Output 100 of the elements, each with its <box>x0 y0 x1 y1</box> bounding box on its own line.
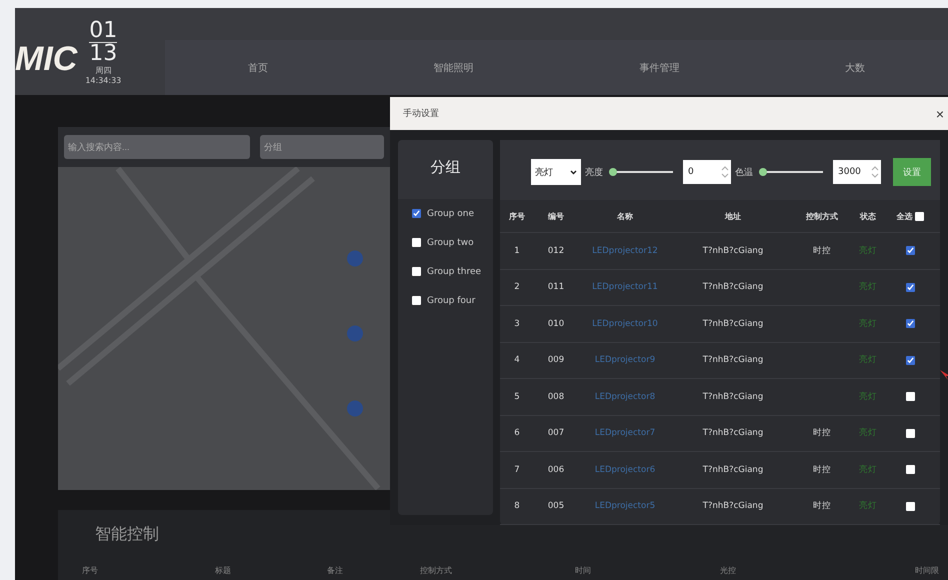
device-code: 008 <box>546 392 566 402</box>
nav-link[interactable]: 首页 <box>248 60 268 74</box>
device-status: 亮灯 <box>858 354 878 366</box>
device-code: 006 <box>546 464 566 475</box>
brightness-input[interactable]: 0 <box>683 160 731 184</box>
device-address: T?nhB?cGiang <box>702 501 764 512</box>
control-mode: 时控 <box>812 500 832 512</box>
control-mode: 时控 <box>812 427 832 440</box>
device-address: T?nhB?cGiang <box>702 464 764 475</box>
device-status: 亮灯 <box>858 427 878 440</box>
device-name-link[interactable]: LEDprojector5 <box>578 501 672 512</box>
group-label: Group two <box>427 238 474 248</box>
column-header: 光控 <box>720 565 737 576</box>
caret-icon <box>570 170 577 174</box>
row-checkbox[interactable] <box>906 246 914 256</box>
select-all-checkbox[interactable] <box>914 212 924 220</box>
column-header: 编号 <box>547 210 565 222</box>
device-address: T?nhB?cGiang <box>702 246 764 256</box>
group-checkbox[interactable] <box>412 209 421 218</box>
device-name-link[interactable]: LEDprojector12 <box>578 246 672 256</box>
column-header: 标题 <box>215 565 232 576</box>
slider-thumb[interactable] <box>609 168 617 176</box>
device-name-link[interactable]: LEDprojector6 <box>578 464 672 475</box>
column-header: 控制方式 <box>420 565 453 576</box>
column-header: 控制方式 <box>804 210 839 222</box>
row-index: 5 <box>513 392 521 402</box>
day-number: 13 <box>89 42 118 65</box>
group-label: Group three <box>427 266 482 276</box>
weekday-label: 周四 <box>95 65 112 76</box>
group-checkbox[interactable] <box>412 238 421 247</box>
group-dropdown[interactable]: 分组 <box>260 135 384 159</box>
device-code: 012 <box>546 246 566 256</box>
device-name-link[interactable]: LEDprojector10 <box>578 318 672 329</box>
column-header: 地址 <box>724 210 742 222</box>
device-address: T?nhB?cGiang <box>702 282 764 292</box>
row-checkbox[interactable] <box>906 319 914 328</box>
clock-time: 14:34:33 <box>85 76 122 85</box>
device-status: 亮灯 <box>858 464 878 476</box>
nav-link[interactable]: 大数 <box>845 60 866 74</box>
device-name-link[interactable]: LEDprojector7 <box>578 428 672 438</box>
row-checkbox[interactable] <box>906 392 914 402</box>
column-header: 状态 <box>858 210 877 222</box>
set-button[interactable]: 设置 <box>893 158 931 186</box>
column-header: 名称 <box>616 210 634 222</box>
device-status: 亮灯 <box>858 318 878 330</box>
dialog-title: 手动设置 <box>403 108 439 120</box>
device-status: 亮灯 <box>858 244 878 257</box>
device-address: T?nhB?cGiang <box>702 428 764 438</box>
row-checkbox[interactable] <box>906 465 914 474</box>
slider-thumb[interactable] <box>759 168 767 176</box>
control-mode: 时控 <box>812 244 832 257</box>
device-code: 007 <box>546 428 566 438</box>
column-header: 备注 <box>327 565 344 576</box>
device-address: T?nhB?cGiang <box>702 318 764 329</box>
month-number: 01 <box>89 20 118 42</box>
group-checkbox[interactable] <box>412 296 421 305</box>
nav-link[interactable]: 事件管理 <box>639 60 680 74</box>
row-index: 1 <box>513 246 521 256</box>
row-index: 6 <box>513 428 521 438</box>
search-field[interactable]: 输入搜索内容... <box>64 135 250 159</box>
device-code: 005 <box>546 501 566 512</box>
row-index: 3 <box>513 318 521 329</box>
column-header: 序号 <box>508 210 526 222</box>
device-name-link[interactable]: LEDprojector8 <box>578 392 672 402</box>
row-checkbox[interactable] <box>906 428 914 438</box>
device-status: 亮灯 <box>858 500 878 512</box>
device-code: 009 <box>546 355 566 366</box>
device-name-link[interactable]: LEDprojector11 <box>578 282 672 292</box>
close-button[interactable]: × <box>936 106 944 122</box>
group-title: 分组 <box>398 140 493 199</box>
nav-link[interactable]: 智能照明 <box>434 60 474 74</box>
row-index: 2 <box>513 282 521 292</box>
device-status: 亮灯 <box>858 390 878 403</box>
row-index: 7 <box>513 464 521 475</box>
device-code: 010 <box>546 318 566 329</box>
column-header: 序号 <box>82 565 99 576</box>
row-checkbox[interactable] <box>906 356 914 365</box>
color-temp-label: 色温 <box>735 166 753 178</box>
logo-text: MIC <box>15 40 78 79</box>
row-checkbox[interactable] <box>906 502 914 511</box>
device-name-link[interactable]: LEDprojector9 <box>578 355 672 366</box>
color-temp-input[interactable]: 3000 <box>833 160 881 184</box>
device-code: 011 <box>546 282 566 292</box>
select-all-label: 全选 <box>896 210 912 222</box>
pointer-arrow-icon <box>940 370 948 380</box>
device-address: T?nhB?cGiang <box>702 392 764 402</box>
control-mode: 时控 <box>812 464 832 476</box>
mode-dropdown[interactable]: 亮灯 <box>531 159 581 185</box>
brightness-label: 亮度 <box>585 166 603 178</box>
column-header: 时间 <box>575 565 592 576</box>
row-index: 4 <box>513 355 521 366</box>
row-checkbox[interactable] <box>906 282 914 292</box>
group-label: Group four <box>427 296 476 306</box>
row-index: 8 <box>513 501 521 512</box>
card-title: 智能控制 <box>94 523 160 545</box>
group-label: Group one <box>427 208 474 218</box>
device-status: 亮灯 <box>858 281 878 294</box>
group-checkbox[interactable] <box>412 267 421 276</box>
device-address: T?nhB?cGiang <box>702 355 764 366</box>
column-header: 时间限 <box>915 565 940 576</box>
